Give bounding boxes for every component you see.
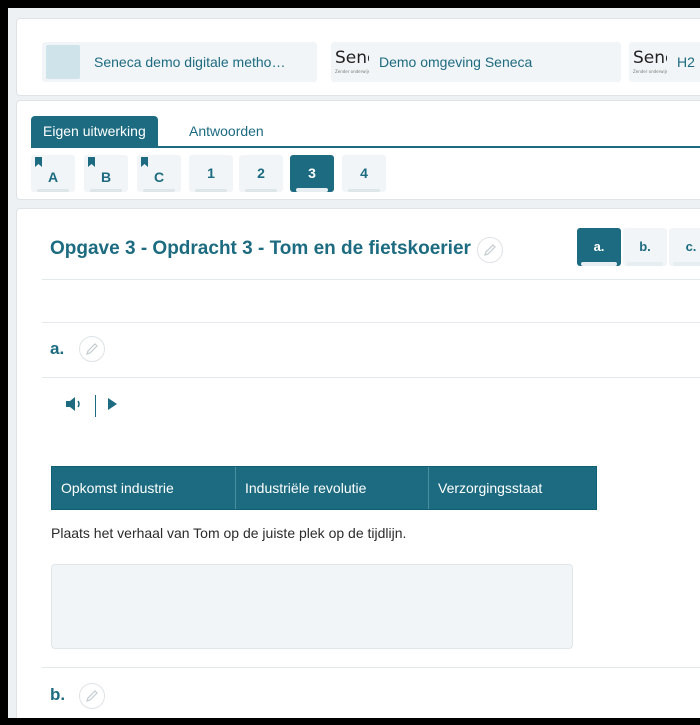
divider: [42, 377, 700, 378]
seneca-logo: Sene: [335, 45, 369, 79]
exercise-title: Opgave 3 - Opdracht 3 - Tom en de fietsk…: [50, 238, 471, 259]
method-thumbnail: [46, 45, 80, 79]
subquestion-tab-a[interactable]: a.: [577, 228, 621, 266]
part-a-label: a.: [50, 339, 65, 358]
bookmark-icon: [88, 157, 95, 167]
speaker-icon[interactable]: [65, 396, 85, 417]
subquestion-tab-b[interactable]: b.: [623, 228, 667, 266]
divider: [42, 279, 700, 280]
question-tab-3[interactable]: 3: [290, 155, 334, 192]
tab-antwoorden[interactable]: Antwoorden: [179, 116, 274, 146]
seneca-logo: Sene: [633, 45, 667, 79]
timeline-period: Industriële revolutie: [236, 467, 429, 509]
breadcrumb-label: Demo omgeving Seneca: [379, 54, 533, 70]
exercise-card: Opgave 3 - Opdracht 3 - Tom en de fietsk…: [16, 208, 700, 718]
bookmark-icon: [35, 157, 42, 167]
divider: [42, 322, 700, 323]
question-tab-2[interactable]: 2: [239, 155, 283, 192]
breadcrumb-label: Seneca demo digitale metho…: [94, 54, 286, 70]
answer-dropzone[interactable]: [51, 564, 573, 649]
subquestion-tab-c[interactable]: c.: [669, 228, 700, 266]
instruction-text: Plaats het verhaal van Tom op de juiste …: [51, 525, 407, 541]
divider: [42, 667, 700, 668]
breadcrumb-label: H2: [677, 54, 695, 70]
timeline: Opkomst industrie Industriële revolutie …: [51, 466, 597, 510]
question-tab-c[interactable]: C: [137, 155, 181, 192]
timeline-period: Opkomst industrie: [52, 467, 236, 509]
app-frame: Seneca demo digitale metho… Sene Demo om…: [8, 8, 700, 718]
bookmark-icon: [141, 157, 148, 167]
audio-separator: [95, 395, 96, 417]
question-tab-1[interactable]: 1: [189, 155, 233, 192]
tab-underline: [31, 146, 700, 148]
breadcrumb-bar: Seneca demo digitale metho… Sene Demo om…: [16, 18, 700, 96]
audio-controls: [65, 395, 118, 417]
exercise-tabs-panel: Eigen uitwerking Antwoorden A B C 1 2 3 …: [16, 100, 700, 200]
question-tab-b[interactable]: B: [84, 155, 128, 192]
question-tab-4[interactable]: 4: [342, 155, 386, 192]
breadcrumb-item-method[interactable]: Seneca demo digitale metho…: [42, 42, 317, 82]
pencil-icon[interactable]: [79, 336, 105, 362]
pencil-icon[interactable]: [477, 237, 503, 263]
play-icon[interactable]: [106, 397, 118, 416]
tab-eigen-uitwerking[interactable]: Eigen uitwerking: [31, 116, 158, 146]
breadcrumb-item-chapter[interactable]: Sene H2: [629, 42, 700, 82]
timeline-period: Verzorgingsstaat: [429, 467, 596, 509]
question-tab-a[interactable]: A: [31, 155, 75, 192]
pencil-icon[interactable]: [79, 683, 105, 709]
part-b-label: b.: [50, 685, 66, 704]
breadcrumb-item-environment[interactable]: Sene Demo omgeving Seneca: [331, 42, 621, 82]
